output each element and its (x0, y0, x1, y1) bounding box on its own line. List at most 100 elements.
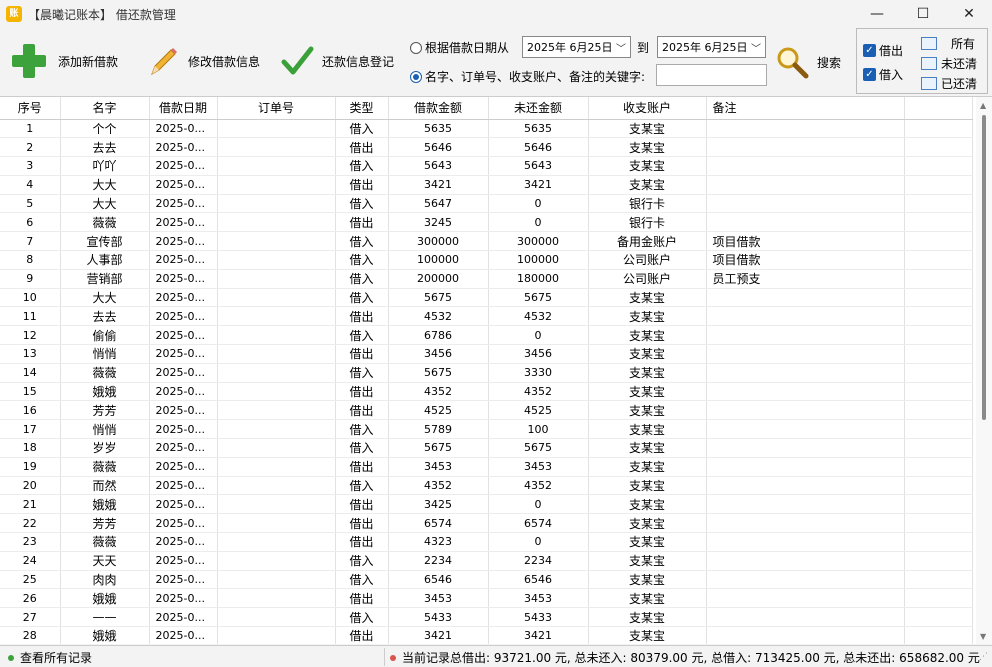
table-header-row: 序号 名字 借款日期 订单号 类型 借款金额 未还金额 收支账户 备注 (0, 97, 973, 120)
keyword-input[interactable] (656, 64, 767, 86)
edit-loan-button[interactable]: 修改借款信息 (146, 41, 260, 81)
vertical-scrollbar[interactable]: ▲ ▼ (976, 97, 992, 644)
table-row[interactable]: 18 岁岁 2025-0... 借入 5675 5675 支某宝 (0, 438, 973, 458)
row-type: 借入 (335, 570, 389, 590)
search-button[interactable]: 搜索 (775, 42, 841, 82)
scrollbar-thumb[interactable] (982, 115, 986, 420)
table-row[interactable]: 25 肉肉 2025-0... 借入 6546 6546 支某宝 (0, 570, 973, 590)
date-radio[interactable] (410, 41, 422, 54)
table-row[interactable]: 9 营销部 2025-0... 借入 200000 180000 公司账户 员工预支 (0, 269, 973, 289)
toolbar: 添加新借款 修改借款信息 还款信息登记 根据借款日期从 2025年 6月25日 … (0, 28, 992, 94)
table-row[interactable]: 10 大大 2025-0... 借入 5675 5675 支某宝 (0, 288, 973, 308)
header-name[interactable]: 名字 (60, 97, 150, 120)
add-loan-button[interactable]: 添加新借款 (12, 41, 118, 81)
row-note (706, 212, 905, 233)
row-note (706, 344, 905, 364)
close-button[interactable]: ✕ (946, 0, 992, 28)
table-row[interactable]: 23 薇薇 2025-0... 借出 4323 0 支某宝 (0, 532, 973, 552)
table-row[interactable]: 2 去去 2025-0... 借出 5646 5646 支某宝 (0, 137, 973, 158)
table-row[interactable]: 26 娥娥 2025-0... 借出 3453 3453 支某宝 (0, 588, 973, 609)
table-row[interactable]: 12 偷偷 2025-0... 借入 6786 0 支某宝 (0, 325, 973, 346)
row-filler (904, 532, 973, 552)
row-type: 借入 (335, 288, 389, 308)
header-date[interactable]: 借款日期 (149, 97, 218, 120)
table-row[interactable]: 28 娥娥 2025-0... 借出 3421 3421 支某宝 (0, 626, 973, 644)
status-right: 当前记录总借出: 93721.00 元, 总未还入: 80379.00 元, 总… (390, 649, 980, 666)
row-note (706, 476, 905, 496)
table-row[interactable]: 13 悄悄 2025-0... 借出 3456 3456 支某宝 (0, 344, 973, 364)
row-date: 2025-0... (149, 250, 218, 270)
header-account[interactable]: 收支账户 (588, 97, 707, 120)
paid-option[interactable]: 已还清 (921, 75, 977, 92)
table-row[interactable]: 8 人事部 2025-0... 借入 100000 100000 公司账户 项目借款 (0, 250, 973, 270)
table-row[interactable]: 7 宣传部 2025-0... 借入 300000 300000 备用金账户 项目借款 (0, 231, 973, 252)
row-account: 银行卡 (588, 194, 707, 214)
scroll-up-icon[interactable]: ▲ (980, 101, 986, 110)
table-row[interactable]: 11 去去 2025-0... 借出 4532 4532 支某宝 (0, 306, 973, 327)
row-type: 借入 (335, 250, 389, 270)
table-row[interactable]: 1 个个 2025-0... 借入 5635 5635 支某宝 (0, 119, 973, 139)
row-name: 芳芳 (60, 513, 150, 534)
borrow-checkbox[interactable]: ✓ 借入 (863, 66, 903, 83)
row-name: 偷偷 (60, 325, 150, 346)
row-name: 薇薇 (60, 363, 150, 383)
row-amount: 300000 (388, 231, 489, 252)
keyword-filter-option[interactable]: 名字、订单号、收支账户、备注的关键字: (410, 68, 645, 85)
status-dot-icon (8, 654, 14, 661)
table-row[interactable]: 20 而然 2025-0... 借入 4352 4352 支某宝 (0, 476, 973, 496)
table-row[interactable]: 27 —— 2025-0... 借入 5433 5433 支某宝 (0, 607, 973, 628)
scroll-down-icon[interactable]: ▼ (980, 632, 986, 641)
maximize-button[interactable]: ☐ (900, 0, 946, 28)
table-row[interactable]: 6 薇薇 2025-0... 借出 3245 0 银行卡 (0, 212, 973, 233)
row-filler (904, 400, 973, 421)
row-order-no (217, 231, 336, 252)
row-order-no (217, 325, 336, 346)
table-row[interactable]: 21 娥娥 2025-0... 借出 3425 0 支某宝 (0, 494, 973, 515)
table-row[interactable]: 17 悄悄 2025-0... 借入 5789 100 支某宝 (0, 419, 973, 440)
table-row[interactable]: 5 大大 2025-0... 借入 5647 0 银行卡 (0, 194, 973, 214)
loan-table[interactable]: 序号 名字 借款日期 订单号 类型 借款金额 未还金额 收支账户 备注 1 个个 2… (0, 96, 992, 644)
row-date: 2025-0... (149, 438, 218, 458)
row-index: 17 (0, 419, 61, 440)
row-filler (904, 137, 973, 158)
row-unpaid: 0 (488, 532, 589, 552)
show-all-option[interactable]: 所有 (921, 35, 975, 52)
add-loan-label: 添加新借款 (58, 54, 119, 69)
table-row[interactable]: 3 吖吖 2025-0... 借入 5643 5643 支某宝 (0, 156, 973, 176)
date-to-picker[interactable]: 2025年 6月25日 ﹀ (657, 36, 766, 58)
loan-grid[interactable]: 序号 名字 借款日期 订单号 类型 借款金额 未还金额 收支账户 备注 1 个个 2… (0, 97, 973, 644)
row-type: 借出 (335, 494, 389, 515)
repay-register-button[interactable]: 还款信息登记 (280, 41, 394, 81)
row-date: 2025-0... (149, 513, 218, 534)
table-row[interactable]: 14 薇薇 2025-0... 借入 5675 3330 支某宝 (0, 363, 973, 383)
table-row[interactable]: 16 芳芳 2025-0... 借出 4525 4525 支某宝 (0, 400, 973, 421)
row-order-no (217, 607, 336, 628)
unpaid-option[interactable]: 未还清 (921, 55, 977, 72)
header-note[interactable]: 备注 (706, 97, 905, 120)
header-type[interactable]: 类型 (335, 97, 389, 120)
row-name: 娥娥 (60, 494, 150, 515)
table-row[interactable]: 4 大大 2025-0... 借出 3421 3421 支某宝 (0, 175, 973, 195)
header-unpaid[interactable]: 未还金额 (488, 97, 589, 120)
row-name: 吖吖 (60, 156, 150, 176)
table-row[interactable]: 15 娥娥 2025-0... 借出 4352 4352 支某宝 (0, 382, 973, 402)
lend-checkbox[interactable]: ✓ 借出 (863, 42, 903, 59)
header-order-no[interactable]: 订单号 (217, 97, 336, 120)
borrow-label: 借入 (879, 68, 904, 82)
date-from-picker[interactable]: 2025年 6月25日 ﹀ (522, 36, 631, 58)
row-amount: 3453 (388, 457, 489, 477)
table-row[interactable]: 22 芳芳 2025-0... 借出 6574 6574 支某宝 (0, 513, 973, 534)
header-amount[interactable]: 借款金额 (388, 97, 489, 120)
resize-grip-icon[interactable]: ⋰ (979, 652, 988, 662)
header-index[interactable]: 序号 (0, 97, 61, 120)
table-row[interactable]: 24 天天 2025-0... 借入 2234 2234 支某宝 (0, 551, 973, 571)
minimize-button[interactable]: — (854, 0, 900, 28)
row-type: 借入 (335, 194, 389, 214)
keyword-radio[interactable] (410, 70, 422, 83)
row-amount: 5643 (388, 156, 489, 176)
status-divider (384, 648, 385, 666)
date-filter-option[interactable]: 根据借款日期从 (410, 39, 509, 56)
row-amount: 4352 (388, 382, 489, 402)
row-unpaid: 4525 (488, 400, 589, 421)
table-row[interactable]: 19 薇薇 2025-0... 借出 3453 3453 支某宝 (0, 457, 973, 477)
